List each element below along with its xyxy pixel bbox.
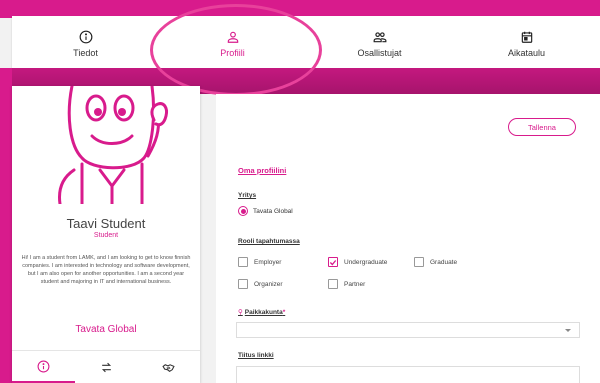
checkmark-icon — [329, 259, 337, 265]
city-label-text: Paikkakunta — [244, 309, 283, 316]
role-organizer-checkbox[interactable]: Organizer — [238, 279, 283, 289]
city-select[interactable] — [236, 322, 580, 338]
checkbox[interactable] — [414, 257, 424, 267]
section-title: Oma profiilini — [238, 166, 287, 175]
location-pin-icon: ⚲ — [238, 309, 243, 316]
nav-item-osallistujat[interactable]: Osallistujat — [306, 16, 453, 68]
role-partner-checkbox[interactable]: Partner — [328, 279, 365, 289]
city-label: ⚲ Paikkakunta* — [238, 308, 285, 316]
swap-icon — [101, 362, 111, 372]
profile-bio: Hi! I am a student from LAMK, and I am l… — [21, 255, 191, 285]
company-radio-option[interactable]: Tavata Global — [238, 206, 293, 216]
role-graduate-checkbox[interactable]: Graduate — [414, 257, 457, 267]
tiitus-link-input[interactable] — [236, 366, 580, 383]
checkbox-checked[interactable] — [328, 257, 338, 267]
profile-company: Tavata Global — [75, 324, 137, 335]
info-icon — [79, 30, 92, 44]
role-undergraduate-checkbox[interactable]: Undergraduate — [328, 257, 387, 267]
nav-label: Osallistujat — [357, 48, 402, 58]
checkbox-label: Partner — [344, 280, 366, 288]
profile-role: Student — [93, 232, 119, 239]
checkbox[interactable] — [238, 257, 248, 267]
checkbox[interactable] — [238, 279, 248, 289]
checkbox-label: Undergraduate — [344, 258, 388, 266]
checkbox-label: Graduate — [430, 258, 458, 266]
main-nav: Tiedot Profiili Osallistujat Aikataulu — [12, 16, 600, 68]
profile-form-panel: Tallenna Oma profiilini Yritys Tavata Gl… — [216, 94, 600, 383]
checkbox-label: Employer — [254, 258, 282, 266]
card-tab-handshake[interactable] — [137, 351, 200, 383]
group-icon — [373, 32, 386, 43]
profile-name: Taavi Student — [66, 216, 146, 231]
role-label: Rooli tapahtumassa — [238, 238, 300, 245]
nav-label: Tiedot — [73, 48, 98, 58]
person-icon — [227, 31, 238, 43]
card-tab-info[interactable] — [12, 351, 75, 383]
profile-card-tabs — [12, 350, 200, 383]
nav-label: Aikataulu — [507, 48, 546, 58]
nav-label: Profiili — [220, 48, 245, 58]
company-label: Yritys — [238, 192, 257, 199]
role-employer-checkbox[interactable]: Employer — [238, 257, 281, 267]
radio-selected[interactable] — [238, 206, 248, 216]
info-icon — [37, 360, 50, 372]
profile-card: Taavi Student Student Hi! I am a student… — [12, 86, 200, 383]
required-marker: * — [282, 309, 286, 316]
nav-item-aikataulu[interactable]: Aikataulu — [453, 16, 600, 68]
company-value: Tavata Global — [253, 207, 293, 215]
link-label: Tiitus linkki — [238, 352, 274, 359]
save-button[interactable]: Tallenna — [508, 118, 576, 136]
checkbox-label: Organizer — [254, 280, 283, 288]
checkbox[interactable] — [328, 279, 338, 289]
handshake-icon — [162, 363, 175, 372]
nav-item-profiili[interactable]: Profiili — [159, 16, 306, 68]
left-strip — [0, 68, 12, 383]
chevron-down-icon — [565, 329, 571, 332]
nav-item-tiedot[interactable]: Tiedot — [12, 16, 159, 68]
mascot-illustration — [58, 86, 168, 204]
calendar-icon — [521, 31, 532, 43]
card-tab-swap[interactable] — [75, 351, 138, 383]
